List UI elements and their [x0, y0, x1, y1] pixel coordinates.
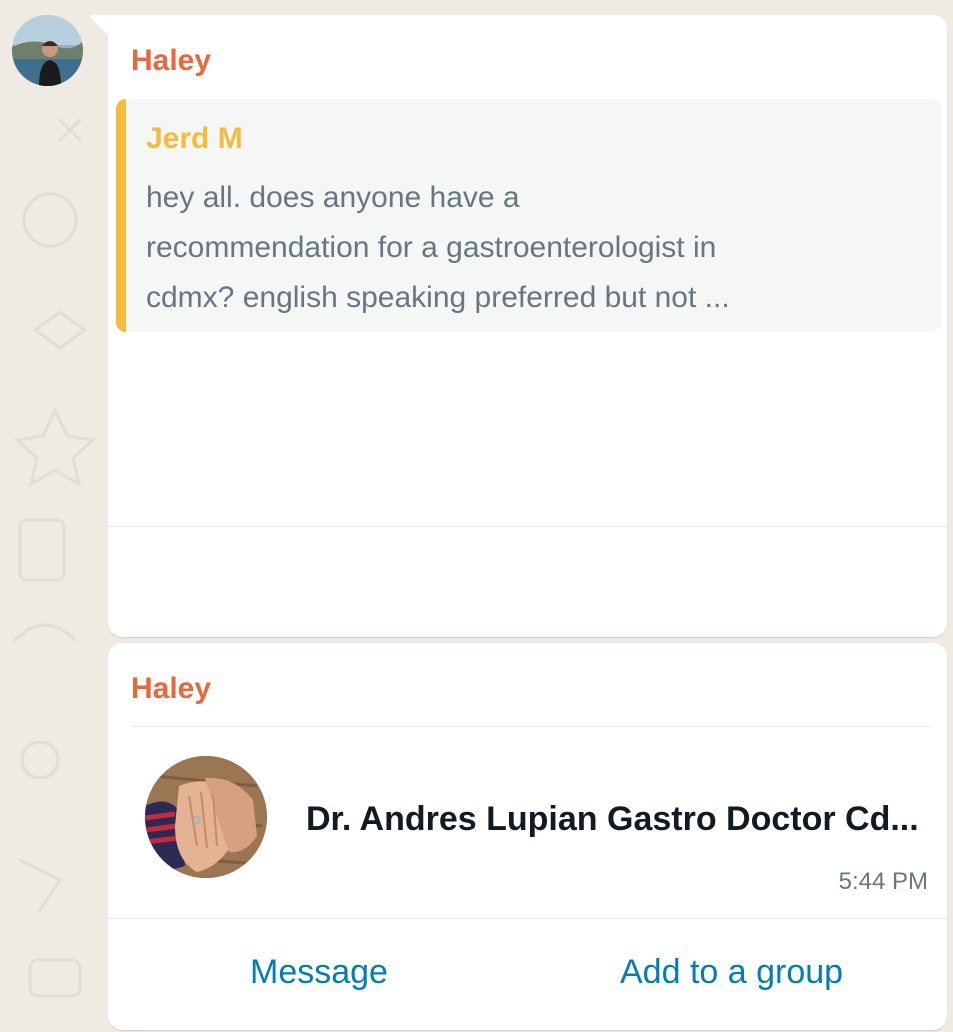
quoted-text-line: recommendation for a gastroenterologist … — [146, 231, 717, 264]
bubble-tail — [90, 15, 109, 37]
quoted-text-line: hey all. does anyone have a — [146, 181, 520, 214]
sender-name: Haley — [131, 44, 212, 77]
contact-photo[interactable] — [145, 756, 267, 878]
contact-card-bubble[interactable]: Haley Dr. Andres Lupian Gastro Doctor Cd… — [108, 643, 947, 1030]
message-contact-button[interactable]: Message — [250, 943, 388, 1001]
quote-accent-bar — [116, 99, 126, 332]
sender-name: Haley — [131, 672, 212, 705]
quoted-message[interactable]: Jerd M hey all. does anyone have a recom… — [116, 99, 941, 332]
quoted-text: hey all. does anyone have a recommendati… — [146, 173, 826, 323]
divider — [108, 526, 947, 527]
message-timestamp: 5:44 PM — [838, 868, 928, 895]
contact-name: Dr. Andres Lupian Gastro Doctor Cd... — [306, 800, 919, 838]
quoted-text-line: cdmx? english speaking preferred but not… — [146, 281, 730, 314]
add-to-group-button[interactable]: Add to a group — [620, 943, 843, 1001]
quoted-author: Jerd M — [146, 122, 243, 155]
message-bubble[interactable]: Haley Jerd M hey all. does anyone have a… — [108, 15, 947, 637]
divider — [108, 918, 947, 919]
sender-avatar[interactable] — [12, 15, 83, 86]
divider — [131, 726, 931, 727]
